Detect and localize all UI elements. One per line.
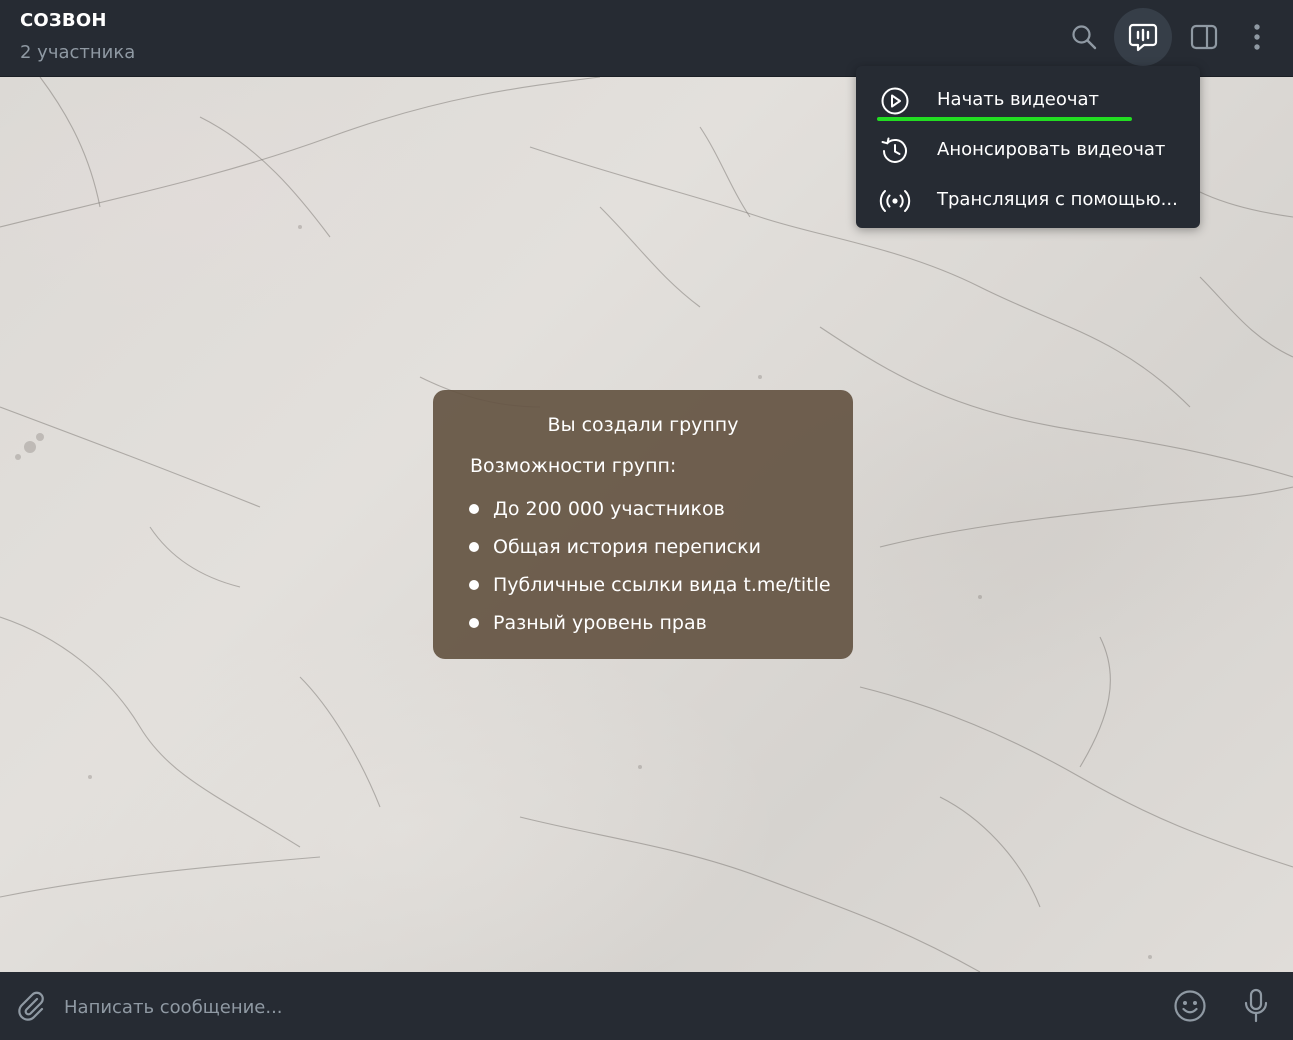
menu-item-start-video-chat[interactable]: Начать видеочат bbox=[856, 72, 1200, 122]
attach-icon bbox=[18, 991, 44, 1021]
feature-list: До 200 000 участников Общая история пере… bbox=[469, 496, 831, 648]
feature-item: До 200 000 участников bbox=[469, 496, 831, 534]
bullet-icon bbox=[469, 504, 479, 514]
play-circle-icon bbox=[878, 84, 912, 118]
feature-text: Разный уровень прав bbox=[493, 612, 707, 634]
service-title: Вы создали группу bbox=[547, 414, 739, 436]
menu-item-announce-video-chat[interactable]: Анонсировать видеочат bbox=[856, 122, 1200, 172]
menu-item-broadcast[interactable]: Трансляция с помощью... bbox=[856, 172, 1200, 222]
message-composer bbox=[0, 972, 1293, 1040]
bullet-icon bbox=[469, 618, 479, 628]
service-subtitle: Возможности групп: bbox=[470, 455, 677, 477]
feature-text: Общая история переписки bbox=[493, 536, 761, 558]
sidebar-toggle-button[interactable] bbox=[1175, 8, 1233, 66]
voice-chat-dropdown-menu: Начать видеочат Анонсировать видеочат Тр… bbox=[856, 66, 1200, 228]
emoji-icon bbox=[1174, 990, 1206, 1022]
chat-subtitle[interactable]: 2 участника bbox=[20, 42, 135, 63]
menu-item-label: Трансляция с помощью... bbox=[937, 189, 1178, 210]
emoji-button[interactable] bbox=[1170, 986, 1210, 1026]
feature-text: До 200 000 участников bbox=[493, 498, 725, 520]
more-vertical-icon bbox=[1254, 24, 1260, 50]
menu-item-label: Начать видеочат bbox=[937, 89, 1100, 110]
bullet-icon bbox=[469, 542, 479, 552]
voice-message-button[interactable] bbox=[1236, 986, 1276, 1026]
broadcast-icon bbox=[878, 184, 912, 218]
sidebar-toggle-icon bbox=[1190, 24, 1218, 50]
search-icon bbox=[1072, 25, 1097, 50]
search-button[interactable] bbox=[1055, 8, 1113, 66]
chat-title[interactable]: СОЗВОН bbox=[20, 10, 107, 31]
feature-text: Публичные ссылки вида t.me/title bbox=[493, 574, 831, 596]
feature-item: Общая история переписки bbox=[469, 534, 831, 572]
group-created-service-message: Вы создали группу Возможности групп: До … bbox=[433, 390, 853, 659]
attach-button[interactable] bbox=[11, 986, 51, 1026]
feature-item: Разный уровень прав bbox=[469, 610, 831, 648]
voice-chat-button[interactable] bbox=[1114, 8, 1172, 66]
microphone-icon bbox=[1244, 988, 1268, 1023]
menu-item-label: Анонсировать видеочат bbox=[937, 139, 1166, 160]
highlight-underline bbox=[877, 117, 1132, 121]
message-input[interactable] bbox=[62, 986, 1146, 1028]
history-icon bbox=[878, 134, 912, 168]
bullet-icon bbox=[469, 580, 479, 590]
voice-chat-icon bbox=[1128, 23, 1158, 52]
more-options-button[interactable] bbox=[1228, 8, 1286, 66]
feature-item: Публичные ссылки вида t.me/title bbox=[469, 572, 831, 610]
